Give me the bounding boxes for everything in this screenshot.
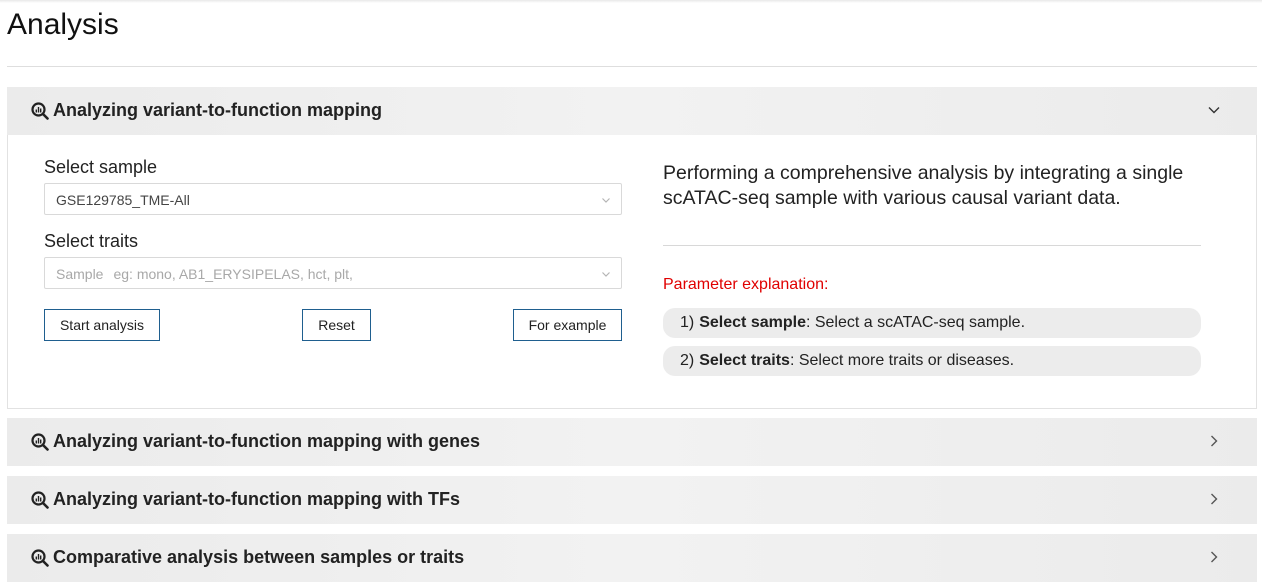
- traits-select[interactable]: Sample eg: mono, AB1_ERYSIPELAS, hct, plt…: [44, 257, 622, 289]
- panel-header-variant-to-function[interactable]: Analyzing variant-to-function mapping: [7, 87, 1257, 135]
- panel-title: Comparative analysis between samples or …: [53, 547, 465, 567]
- chevron-right-icon[interactable]: [1207, 492, 1221, 506]
- description-divider: [663, 245, 1201, 246]
- traits-placeholder-prefix: Sample: [56, 266, 104, 282]
- panel-title: Analyzing variant-to-function mapping wi…: [53, 489, 460, 509]
- traits-select-placeholder: Sample eg: mono, AB1_ERYSIPELAS, hct, plt…: [56, 266, 353, 282]
- sample-select-value: GSE129785_TME-All: [56, 192, 190, 208]
- start-analysis-button[interactable]: Start analysis: [44, 309, 160, 341]
- search-analytics-icon: [31, 102, 49, 120]
- reset-button[interactable]: Reset: [302, 309, 371, 341]
- traits-label: Select traits: [44, 231, 139, 251]
- chevron-right-icon[interactable]: [1207, 550, 1221, 564]
- search-analytics-icon: [31, 491, 49, 509]
- panel-header-comparative[interactable]: Comparative analysis between samples or …: [7, 534, 1257, 582]
- panel-title: Analyzing variant-to-function mapping wi…: [53, 431, 481, 451]
- sample-label: Select sample: [44, 157, 158, 177]
- panel-title: Analyzing variant-to-function mapping: [53, 100, 382, 120]
- chevron-down-icon: [602, 198, 610, 203]
- chevron-right-icon[interactable]: [1207, 434, 1221, 448]
- top-shadow: [0, 0, 1262, 3]
- param-item-sample: 1) Select sample : Select a scATAC-seq s…: [663, 308, 1201, 338]
- chevron-down-icon[interactable]: [1207, 103, 1221, 117]
- panel-header-with-tfs[interactable]: Analyzing variant-to-function mapping wi…: [7, 476, 1257, 524]
- param-name: Select sample: [699, 314, 806, 331]
- sample-select[interactable]: GSE129785_TME-All: [44, 183, 622, 215]
- for-example-button[interactable]: For example: [513, 309, 622, 341]
- panel-header-with-genes[interactable]: Analyzing variant-to-function mapping wi…: [7, 418, 1257, 466]
- search-analytics-icon: [31, 549, 49, 567]
- param-item-traits: 2) Select traits : Select more traits or…: [663, 346, 1201, 376]
- analysis-description: Performing a comprehensive analysis by i…: [663, 162, 1184, 209]
- page-title: Analysis: [7, 8, 119, 41]
- search-analytics-icon: [31, 433, 49, 451]
- chevron-down-icon: [602, 272, 610, 277]
- parameter-explanation-title: Parameter explanation:: [663, 276, 829, 293]
- traits-placeholder-text: eg: mono, AB1_ERYSIPELAS, hct, plt,: [113, 266, 353, 282]
- param-text: : Select more traits or diseases.: [789, 352, 1015, 369]
- param-number: 1): [680, 314, 695, 331]
- param-name: Select traits: [699, 352, 790, 369]
- param-number: 2): [680, 352, 695, 369]
- title-divider: [7, 66, 1257, 67]
- param-text: : Select a scATAC-seq sample.: [805, 314, 1026, 331]
